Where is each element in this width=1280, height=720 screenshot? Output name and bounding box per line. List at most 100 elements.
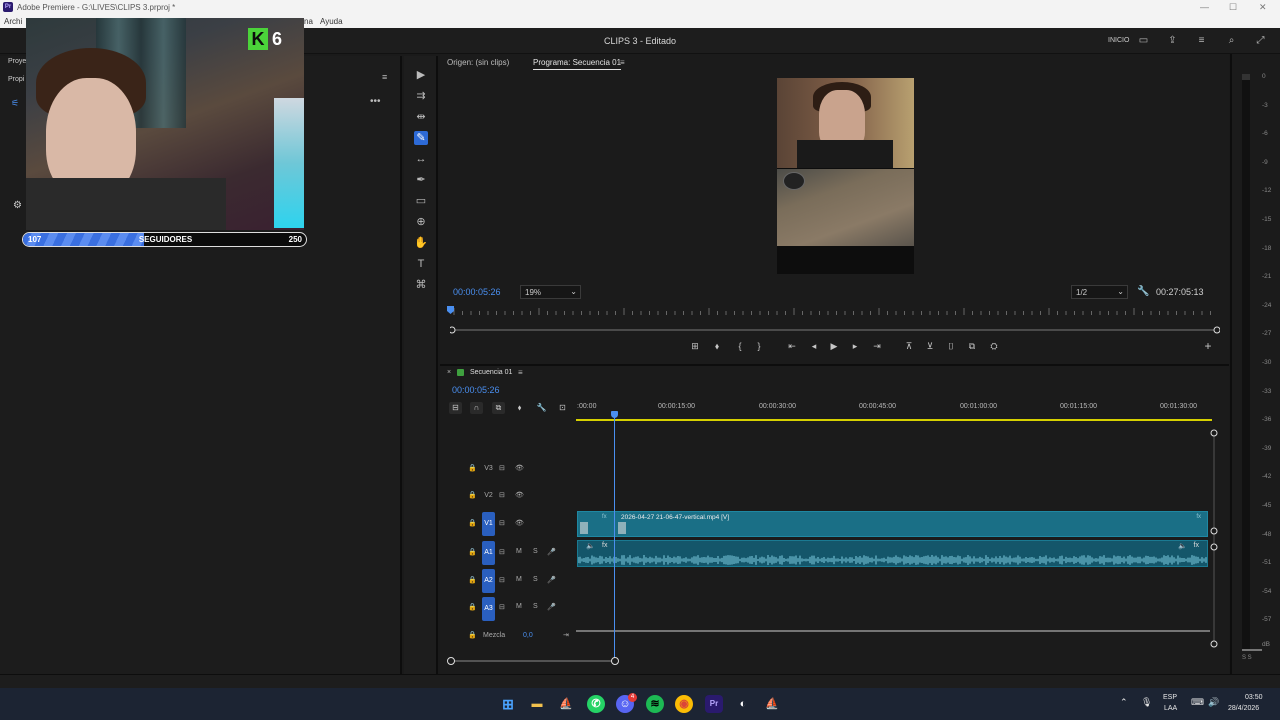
menu-item-ayuda[interactable]: Ayuda bbox=[320, 17, 343, 26]
sequence-tab[interactable]: Secuencia 01 bbox=[470, 369, 512, 376]
fullscreen-icon[interactable]: ⤢ bbox=[1255, 36, 1266, 46]
nest-icon[interactable]: ⊟ bbox=[449, 402, 462, 414]
solo-button[interactable]: S bbox=[533, 548, 538, 555]
clock-time[interactable]: 03:50 bbox=[1245, 694, 1263, 701]
type-tool-icon[interactable]: T bbox=[414, 257, 428, 271]
add-button-icon[interactable]: + bbox=[1203, 340, 1213, 352]
steam-icon[interactable]: ⛵ bbox=[557, 695, 575, 713]
program-time-ruler[interactable] bbox=[450, 306, 1218, 318]
program-scroll-bar[interactable] bbox=[450, 326, 1220, 334]
pen-tool-icon[interactable]: ✒ bbox=[414, 173, 428, 187]
snap-icon[interactable]: ∩ bbox=[470, 402, 483, 414]
track-a1-label[interactable]: A1 bbox=[482, 541, 495, 565]
timeline-playhead-handle[interactable] bbox=[611, 411, 618, 418]
track-a2-label[interactable]: A2 bbox=[482, 569, 495, 593]
go-to-in-icon[interactable]: ⇤ bbox=[787, 341, 797, 351]
maximize-icon[interactable]: ☐ bbox=[1229, 2, 1237, 13]
selection-tool-icon[interactable]: ▶ bbox=[414, 68, 428, 82]
compare-icon[interactable]: ⧉ bbox=[967, 341, 977, 351]
sync-lock-icon[interactable]: ⊟ bbox=[499, 548, 505, 556]
steam-tray-icon[interactable]: ⛵ bbox=[763, 695, 781, 713]
timeline-playhead[interactable] bbox=[614, 411, 615, 665]
more-options-icon[interactable]: ••• bbox=[370, 96, 381, 107]
menu-item-ventana[interactable]: na bbox=[304, 17, 313, 26]
search-icon[interactable]: ⌕ bbox=[1226, 36, 1237, 46]
sync-lock-icon[interactable]: ⊟ bbox=[499, 603, 505, 611]
tab-program[interactable]: Programa: Secuencia 01 bbox=[533, 58, 622, 70]
whatsapp-icon[interactable]: ✆ bbox=[587, 695, 605, 713]
timeline-timecode[interactable]: 00:00:05:26 bbox=[452, 385, 500, 395]
timeline-ruler[interactable] bbox=[576, 412, 1212, 422]
sync-lock-icon[interactable]: ⊟ bbox=[499, 491, 505, 499]
sync-lock-icon[interactable]: ⊟ bbox=[499, 576, 505, 584]
mark-in-icon[interactable]: { bbox=[735, 341, 745, 351]
step-forward-icon[interactable]: ▸ bbox=[850, 341, 860, 351]
mute-button[interactable]: M bbox=[516, 603, 522, 610]
eye-icon[interactable]: 👁 bbox=[515, 491, 524, 499]
ripple-edit-tool-icon[interactable]: ⇹ bbox=[414, 110, 428, 124]
lock-icon[interactable]: 🔒 bbox=[468, 576, 477, 584]
play-icon[interactable]: ▶ bbox=[829, 341, 839, 351]
remix-tool-icon[interactable]: ⌘ bbox=[414, 278, 428, 292]
lock-icon[interactable]: 🔒 bbox=[468, 491, 477, 499]
timeline-vertical-scroll[interactable] bbox=[1208, 426, 1222, 651]
lock-icon[interactable]: 🔒 bbox=[468, 519, 477, 527]
lock-icon[interactable]: 🔒 bbox=[468, 464, 477, 472]
captions-icon[interactable]: ⊡ bbox=[556, 402, 569, 414]
tab-source[interactable]: Origen: (sin clips) bbox=[447, 58, 509, 67]
tab-properties[interactable]: Propi bbox=[8, 76, 24, 83]
microphone-icon[interactable]: 🎤 bbox=[547, 603, 556, 611]
lock-icon[interactable]: 🔒 bbox=[468, 631, 477, 639]
display-icon[interactable]: ⌨ bbox=[1191, 697, 1204, 708]
track-a3-label[interactable]: A3 bbox=[482, 597, 495, 621]
zoom-tool-icon[interactable]: ⊕ bbox=[414, 215, 428, 229]
microphone-icon[interactable]: 🎤 bbox=[547, 576, 556, 584]
chrome-icon[interactable]: ◉ bbox=[675, 695, 693, 713]
chevron-up-icon[interactable]: ⌃ bbox=[1120, 697, 1128, 708]
solo-button[interactable]: S bbox=[533, 576, 538, 583]
add-marker-icon[interactable]: ⬧ bbox=[513, 402, 526, 414]
menu-item-archivo[interactable]: Archi bbox=[4, 17, 22, 26]
wrench-icon[interactable]: 🔧 bbox=[1137, 286, 1149, 297]
program-timecode[interactable]: 00:00:05:26 bbox=[453, 287, 501, 297]
lift-icon[interactable]: ⊼ bbox=[904, 341, 914, 351]
razor-tool-icon[interactable]: ✎ bbox=[414, 131, 428, 145]
obs-icon[interactable]: ◐ bbox=[734, 695, 752, 713]
mute-button[interactable]: M bbox=[516, 548, 522, 555]
close-icon[interactable]: ✕ bbox=[1259, 2, 1267, 13]
linked-selection-icon[interactable]: ⧉ bbox=[492, 402, 505, 414]
sync-lock-icon[interactable]: ⊟ bbox=[499, 519, 505, 527]
sequence-menu-icon[interactable]: ≡ bbox=[518, 368, 523, 377]
go-to-out-icon[interactable]: ⇥ bbox=[872, 341, 882, 351]
eye-icon[interactable]: 👁 bbox=[515, 519, 524, 527]
resolution-dropdown[interactable]: 1/2 ⌄ bbox=[1071, 285, 1128, 299]
minimize-icon[interactable]: — bbox=[1200, 2, 1209, 12]
track-v2-label[interactable]: V2 bbox=[482, 492, 495, 499]
timeline-zoom-scroll[interactable] bbox=[446, 655, 621, 667]
close-sequence-icon[interactable]: × bbox=[447, 369, 451, 376]
mute-button[interactable]: M bbox=[516, 576, 522, 583]
hand-tool-icon[interactable]: ✋ bbox=[414, 236, 428, 250]
eye-icon[interactable]: 👁 bbox=[515, 464, 524, 472]
workspaces-icon[interactable]: ▭ bbox=[1138, 36, 1149, 46]
track-select-tool-icon[interactable]: ⇉ bbox=[414, 89, 428, 103]
zoom-dropdown[interactable]: 19% ⌄ bbox=[520, 285, 581, 299]
sync-lock-icon[interactable]: ⊟ bbox=[499, 464, 505, 472]
program-menu-icon[interactable]: ≡ bbox=[620, 58, 625, 67]
file-explorer-icon[interactable]: ▬ bbox=[528, 695, 546, 713]
add-marker-icon[interactable]: ⊞ bbox=[690, 341, 700, 351]
microphone-icon[interactable]: 🎙 bbox=[1141, 697, 1152, 708]
workspace-inicio-button[interactable]: INICIO bbox=[1108, 37, 1129, 44]
extract-icon[interactable]: ⊻ bbox=[925, 341, 935, 351]
speaker-icon[interactable]: 🔊 bbox=[1208, 697, 1219, 708]
export-frame-icon[interactable]: ⌷ bbox=[946, 341, 956, 351]
mix-value[interactable]: 0,0 bbox=[523, 632, 533, 639]
video-clip[interactable]: fx 2026-04-27 21-06-47-vertical.mp4 [V] … bbox=[577, 511, 1208, 537]
track-v1-label[interactable]: V1 bbox=[482, 512, 495, 536]
microphone-icon[interactable]: 🎤 bbox=[547, 548, 556, 556]
mark-out-icon[interactable]: } bbox=[754, 341, 764, 351]
panel-menu-icon[interactable]: ≡ bbox=[382, 72, 387, 82]
language-indicator[interactable]: ESP bbox=[1163, 694, 1177, 701]
solo-button[interactable]: S bbox=[533, 603, 538, 610]
windows-start-icon[interactable]: ⊞ bbox=[499, 695, 517, 713]
